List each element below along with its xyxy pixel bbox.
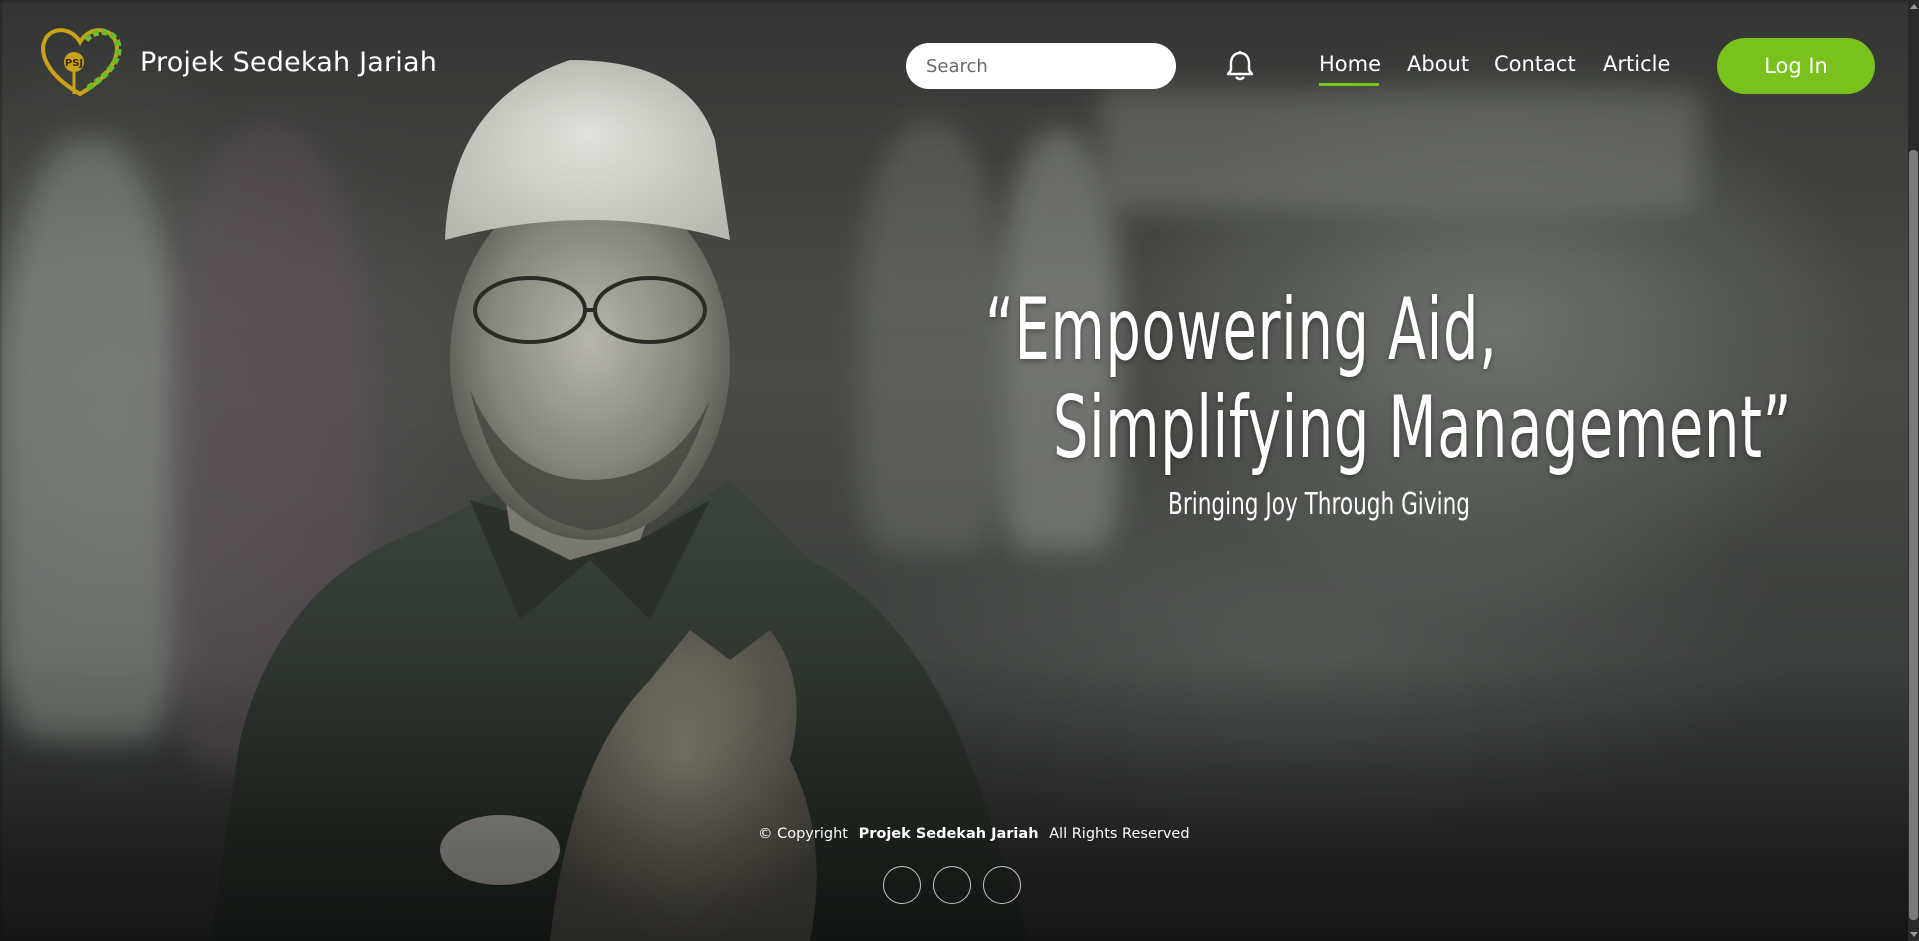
copyright-prefix: © Copyright xyxy=(758,826,848,842)
nav-about-link[interactable]: About xyxy=(1407,52,1469,76)
social-icon-1[interactable] xyxy=(883,866,921,904)
bell-icon[interactable] xyxy=(1225,50,1255,82)
nav-active-indicator xyxy=(1319,83,1379,86)
copyright-suffix: All Rights Reserved xyxy=(1049,826,1190,842)
nav-home-link[interactable]: Home xyxy=(1319,52,1381,76)
scrollbar-thumb[interactable] xyxy=(1909,150,1918,920)
page-scrollbar[interactable] xyxy=(1908,0,1919,941)
top-navbar: PSJ Projek Sedekah Jariah Home About Con… xyxy=(0,0,1919,130)
social-icon-2[interactable] xyxy=(933,866,971,904)
landing-page: PSJ Projek Sedekah Jariah Home About Con… xyxy=(0,0,1919,941)
nav-contact-link[interactable]: Contact xyxy=(1494,52,1576,76)
nav-article-link[interactable]: Article xyxy=(1603,52,1670,76)
social-icon-3[interactable] xyxy=(983,866,1021,904)
brand-name[interactable]: Projek Sedekah Jariah xyxy=(140,47,437,78)
hero-quote-line-2: Simplifying Management” xyxy=(1053,378,1793,478)
search-input[interactable] xyxy=(906,43,1176,89)
logo-text: PSJ xyxy=(65,58,83,69)
hero-quote-line-1: “Empowering Aid, xyxy=(985,280,1498,380)
copyright-text: © Copyright Projek Sedekah Jariah All Ri… xyxy=(758,826,1190,842)
psj-heart-logo-icon[interactable]: PSJ xyxy=(36,22,124,100)
login-button[interactable]: Log In xyxy=(1717,38,1875,94)
scroll-up-arrow-icon[interactable] xyxy=(1910,4,1918,9)
scroll-down-arrow-icon[interactable] xyxy=(1910,932,1918,937)
hero-tagline: Bringing Joy Through Giving xyxy=(1168,487,1470,522)
copyright-name: Projek Sedekah Jariah xyxy=(858,826,1039,842)
